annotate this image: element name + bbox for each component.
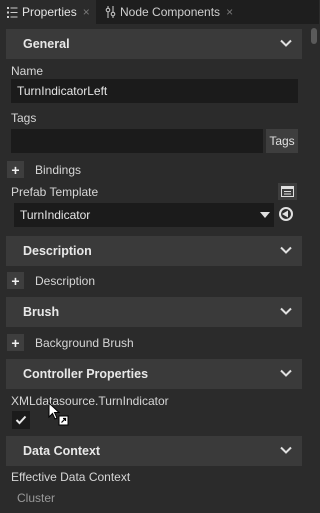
chevron-down-icon[interactable] xyxy=(280,244,292,256)
close-icon[interactable]: × xyxy=(83,5,90,19)
tab-properties[interactable]: Properties × xyxy=(0,0,96,24)
plus-icon: + xyxy=(11,272,20,289)
plus-icon: + xyxy=(11,161,20,178)
prefab-template-dropdown[interactable]: TurnIndicator xyxy=(14,203,274,227)
tags-field[interactable] xyxy=(11,129,263,153)
cursor-icon xyxy=(48,401,70,426)
section-data-context-header[interactable]: Data Context xyxy=(6,436,302,466)
controller-property-label: XMLdatasource.TurnIndicator xyxy=(11,394,169,408)
properties-icon xyxy=(6,6,18,18)
edit-template-button[interactable] xyxy=(278,183,297,200)
scrollbar-thumb[interactable] xyxy=(311,28,317,44)
tab-properties-label: Properties xyxy=(22,5,77,19)
chevron-down-icon[interactable] xyxy=(280,444,292,456)
section-description-title: Description xyxy=(23,244,92,258)
prefab-template-label: Prefab Template xyxy=(11,185,99,199)
tags-label: Tags xyxy=(11,111,37,125)
chevron-down-icon[interactable] xyxy=(280,37,292,49)
effective-data-context-label: Effective Data Context xyxy=(11,470,131,484)
description-label: Description xyxy=(35,274,96,288)
controller-property-checkbox[interactable] xyxy=(12,411,30,429)
section-general-header[interactable]: General xyxy=(6,29,302,59)
edit-template-icon xyxy=(281,186,294,197)
effective-data-context-value: Cluster xyxy=(17,491,56,505)
section-controller-properties-header[interactable]: Controller Properties xyxy=(6,359,302,389)
plus-icon: + xyxy=(11,334,20,351)
name-field[interactable]: TurnIndicatorLeft xyxy=(11,79,298,103)
prefab-template-value: TurnIndicator xyxy=(20,208,91,222)
name-label: Name xyxy=(11,64,44,78)
chevron-down-icon[interactable] xyxy=(280,305,292,317)
section-controller-properties-title: Controller Properties xyxy=(23,367,149,381)
close-icon[interactable]: × xyxy=(226,5,233,19)
tags-button[interactable]: Tags xyxy=(266,129,298,153)
revert-icon xyxy=(279,207,293,221)
background-brush-label: Background Brush xyxy=(35,336,134,350)
tab-node-components-label: Node Components xyxy=(120,5,221,19)
section-data-context-title: Data Context xyxy=(23,444,101,458)
section-brush-header[interactable]: Brush xyxy=(6,297,302,327)
chevron-down-icon xyxy=(260,212,270,218)
add-description-button[interactable]: + xyxy=(7,272,24,289)
bindings-label: Bindings xyxy=(35,163,82,177)
section-brush-title: Brush xyxy=(23,305,60,319)
add-background-brush-button[interactable]: + xyxy=(7,334,24,351)
tab-node-components[interactable]: Node Components × xyxy=(100,0,240,24)
section-description-header[interactable]: Description xyxy=(6,236,302,266)
chevron-down-icon[interactable] xyxy=(280,367,292,379)
revert-button[interactable] xyxy=(278,206,294,222)
node-components-icon xyxy=(104,6,116,18)
checkmark-icon xyxy=(15,415,27,425)
add-binding-button[interactable]: + xyxy=(7,161,24,178)
section-general-title: General xyxy=(23,37,70,51)
